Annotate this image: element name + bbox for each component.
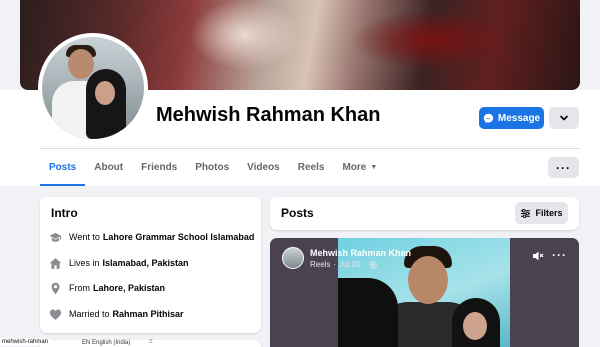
reel-author-avatar[interactable] — [282, 247, 304, 269]
reel-meta: Reels · Jul 20 · — [310, 260, 377, 269]
profile-tabs: Posts About Friends Photos Videos Reels … — [40, 149, 386, 186]
tab-more[interactable]: More ▼ — [333, 149, 386, 186]
separator-dot: · — [333, 260, 337, 269]
intro-item-value[interactable]: Lahore, Pakistan — [93, 283, 165, 293]
tab-friends[interactable]: Friends — [132, 149, 186, 186]
intro-item-prefix: Went to — [69, 232, 100, 242]
heart-icon — [48, 307, 62, 321]
graduation-cap-icon — [48, 230, 62, 244]
tab-label: More — [342, 162, 367, 173]
taskbar-grip-icon: ⁝⁝ — [149, 339, 153, 345]
avatar-person-head — [68, 49, 94, 79]
messenger-icon — [483, 113, 494, 123]
intro-item-prefix: Married to — [69, 309, 110, 319]
intro-item-residence: Lives in Islamabad, Pakistan — [48, 256, 189, 270]
profile-name: Mehwish Rahman Khan — [156, 104, 381, 126]
cover-shadow — [350, 10, 510, 70]
globe-icon — [369, 260, 377, 269]
chevron-down-icon — [560, 115, 568, 121]
post-options-icon[interactable]: ··· — [552, 248, 567, 262]
reel-post[interactable]: Mehwish Rahman Khan Reels · Jul 20 · ··· — [270, 238, 579, 347]
intro-item-relationship: Married to Rahman Pithisar — [48, 307, 184, 321]
intro-item-value[interactable]: Islamabad, Pakistan — [103, 258, 189, 268]
intro-item-prefix: Lives in — [69, 258, 100, 268]
sliders-icon — [521, 208, 531, 218]
home-icon — [48, 256, 62, 270]
tab-label: About — [94, 162, 124, 173]
reel-face — [463, 312, 487, 340]
tab-photos[interactable]: Photos — [186, 149, 238, 186]
reel-arm — [338, 278, 398, 347]
filters-button[interactable]: Filters — [515, 202, 568, 224]
message-button[interactable]: Message — [479, 107, 544, 129]
intro-item-education: Went to Lahore Grammar School Islamabad — [48, 230, 254, 244]
avatar-face — [95, 81, 115, 105]
profile-picture[interactable] — [38, 33, 148, 143]
avatar — [42, 37, 144, 139]
intro-item-value[interactable]: Rahman Pithisar — [113, 309, 184, 319]
intro-item-prefix: From — [69, 283, 90, 293]
taskbar-label: mehwish-rahman — [0, 338, 51, 346]
location-pin-icon — [48, 281, 62, 295]
tab-posts[interactable]: Posts — [40, 149, 86, 186]
intro-item-hometown: From Lahore, Pakistan — [48, 281, 165, 295]
reel-date[interactable]: Jul 20 — [339, 260, 360, 269]
speaker-muted-icon[interactable] — [532, 250, 544, 262]
caret-down-icon: ▼ — [370, 164, 378, 171]
reel-type[interactable]: Reels — [310, 260, 330, 269]
posts-header-card: Posts Filters — [270, 197, 579, 230]
more-dots-icon: ··· — [556, 160, 571, 175]
tabs-overflow-button[interactable]: ··· — [548, 157, 579, 178]
tab-videos[interactable]: Videos — [238, 149, 289, 186]
tab-label: Photos — [195, 162, 230, 173]
language-indicator[interactable]: EN English (India) — [82, 340, 130, 346]
tab-about[interactable]: About — [85, 149, 132, 186]
intro-item-value[interactable]: Lahore Grammar School Islamabad — [103, 232, 255, 242]
filters-button-label: Filters — [535, 208, 563, 218]
reel-person-face — [408, 256, 448, 304]
message-button-label: Message — [497, 112, 541, 124]
reel-author-name[interactable]: Mehwish Rahman Khan — [310, 248, 411, 258]
tab-label: Friends — [141, 162, 178, 173]
tab-reels[interactable]: Reels — [289, 149, 334, 186]
separator-dot: · — [363, 260, 367, 269]
tab-label: Posts — [49, 162, 77, 173]
posts-title: Posts — [281, 206, 314, 220]
cover-highlight — [190, 0, 300, 70]
intro-card: Intro Went to Lahore Grammar School Isla… — [40, 197, 261, 333]
tab-label: Videos — [247, 162, 280, 173]
tab-label: Reels — [297, 162, 325, 173]
more-actions-button[interactable] — [549, 107, 579, 129]
intro-title: Intro — [51, 206, 78, 220]
